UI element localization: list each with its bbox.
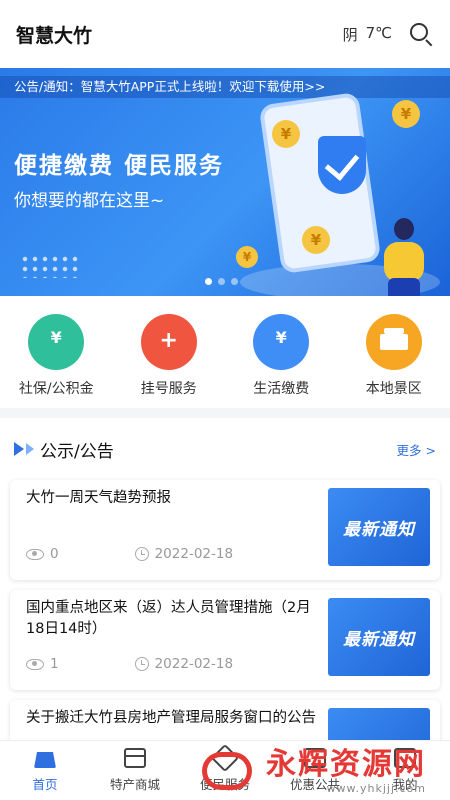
coin-icon: ¥ bbox=[236, 246, 258, 268]
pager-dot[interactable] bbox=[231, 278, 238, 285]
clock-icon bbox=[134, 547, 149, 561]
eye-icon bbox=[26, 548, 44, 560]
pager-dot[interactable] bbox=[218, 278, 225, 285]
promo-banner[interactable]: 公告/通知：智慧大竹APP正式上线啦！欢迎下载使用>> 便捷缴费 便民服务 你想… bbox=[0, 68, 450, 296]
notice-title: 大竹一周天气趋势预报 bbox=[26, 490, 171, 506]
watermark-text: 永辉资源网 bbox=[266, 746, 426, 782]
social-security-icon: ¥ bbox=[28, 314, 85, 370]
quick-services: ¥ 社保/公积金 + 挂号服务 ¥ 生活缴费 本地景区 bbox=[0, 296, 450, 408]
more-link[interactable]: 更多 > bbox=[397, 440, 436, 459]
weather-condition: 阴 bbox=[342, 25, 358, 44]
app-title: 智慧大竹 bbox=[16, 24, 93, 47]
coin-icon: ¥ bbox=[272, 120, 300, 148]
clock-icon bbox=[134, 657, 149, 671]
notice-meta: 0 2022-02-18 bbox=[26, 546, 233, 562]
section-marker-icon bbox=[14, 442, 24, 456]
shield-check-icon bbox=[318, 136, 366, 194]
notice-title: 国内重点地区来（返）达人员管理措施（2月18日14时） bbox=[26, 600, 311, 637]
notice-thumbnail: 最新通知 bbox=[328, 488, 430, 566]
registration-icon: + bbox=[140, 314, 197, 370]
app-header: 智慧大竹 阴 7℃ bbox=[0, 0, 450, 68]
section-header: 公示/公告 更多 > bbox=[0, 418, 450, 480]
weather-info: 阴 7℃ bbox=[343, 24, 392, 45]
view-count: 0 bbox=[50, 546, 59, 562]
notice-date: 2022-02-18 bbox=[154, 656, 234, 672]
shop-icon bbox=[124, 748, 146, 768]
service-label: 生活缴费 bbox=[253, 381, 310, 397]
notice-title: 关于搬迁大竹县房地产管理局服务窗口的公告 bbox=[26, 710, 316, 726]
service-label: 挂号服务 bbox=[140, 381, 197, 397]
dots-decoration bbox=[20, 254, 78, 278]
notice-thumbnail: 最新通知 bbox=[328, 598, 430, 676]
tab-label: 首页 bbox=[32, 777, 58, 792]
section-title: 公示/公告 bbox=[40, 441, 114, 462]
service-scenic-spot[interactable]: 本地景区 bbox=[344, 314, 444, 408]
section-marker-icon bbox=[26, 443, 34, 455]
notice-card[interactable]: 大竹一周天气趋势预报 0 2022-02-18 最新通知 bbox=[10, 480, 440, 580]
coin-icon: ¥ bbox=[392, 100, 420, 128]
notice-card[interactable]: 国内重点地区来（返）达人员管理措施（2月18日14时） 1 2022-02-18… bbox=[10, 590, 440, 690]
notice-meta: 1 2022-02-18 bbox=[26, 656, 233, 672]
utility-payment-icon: ¥ bbox=[253, 314, 310, 370]
tab-home[interactable]: 首页 bbox=[0, 741, 90, 800]
scenic-spot-icon bbox=[365, 314, 422, 370]
tab-label: 特产商城 bbox=[109, 777, 160, 792]
banner-subline: 你想要的都在这里~ bbox=[14, 191, 165, 211]
weather-temperature: 7℃ bbox=[365, 23, 392, 42]
watermark-url: www.yhkjjj.com bbox=[326, 781, 426, 795]
service-registration[interactable]: + 挂号服务 bbox=[119, 314, 219, 408]
service-social-security[interactable]: ¥ 社保/公积金 bbox=[6, 314, 106, 408]
notice-date: 2022-02-18 bbox=[154, 546, 234, 562]
banner-headline: 便捷缴费 便民服务 bbox=[14, 153, 225, 179]
eye-icon bbox=[26, 658, 44, 670]
service-utility-payment[interactable]: ¥ 生活缴费 bbox=[231, 314, 331, 408]
coin-icon: ¥ bbox=[302, 226, 330, 254]
home-icon bbox=[34, 752, 56, 768]
notice-ticker[interactable]: 公告/通知：智慧大竹APP正式上线啦！欢迎下载使用>> bbox=[0, 76, 450, 98]
tab-specialty-mall[interactable]: 特产商城 bbox=[90, 741, 180, 800]
search-icon[interactable] bbox=[408, 21, 434, 47]
watermark-logo-icon bbox=[200, 748, 260, 794]
service-label: 本地景区 bbox=[365, 381, 422, 397]
view-count: 1 bbox=[50, 656, 59, 672]
notices-section: 公示/公告 更多 > 大竹一周天气趋势预报 0 2022-02-18 最新通知 … bbox=[0, 418, 450, 800]
watermark: 永辉资源网 www.yhkjjj.com bbox=[200, 745, 450, 797]
person-illustration bbox=[380, 218, 428, 296]
banner-pager[interactable] bbox=[205, 278, 238, 285]
pager-dot-active[interactable] bbox=[205, 278, 212, 285]
service-label: 社保/公积金 bbox=[18, 381, 94, 397]
